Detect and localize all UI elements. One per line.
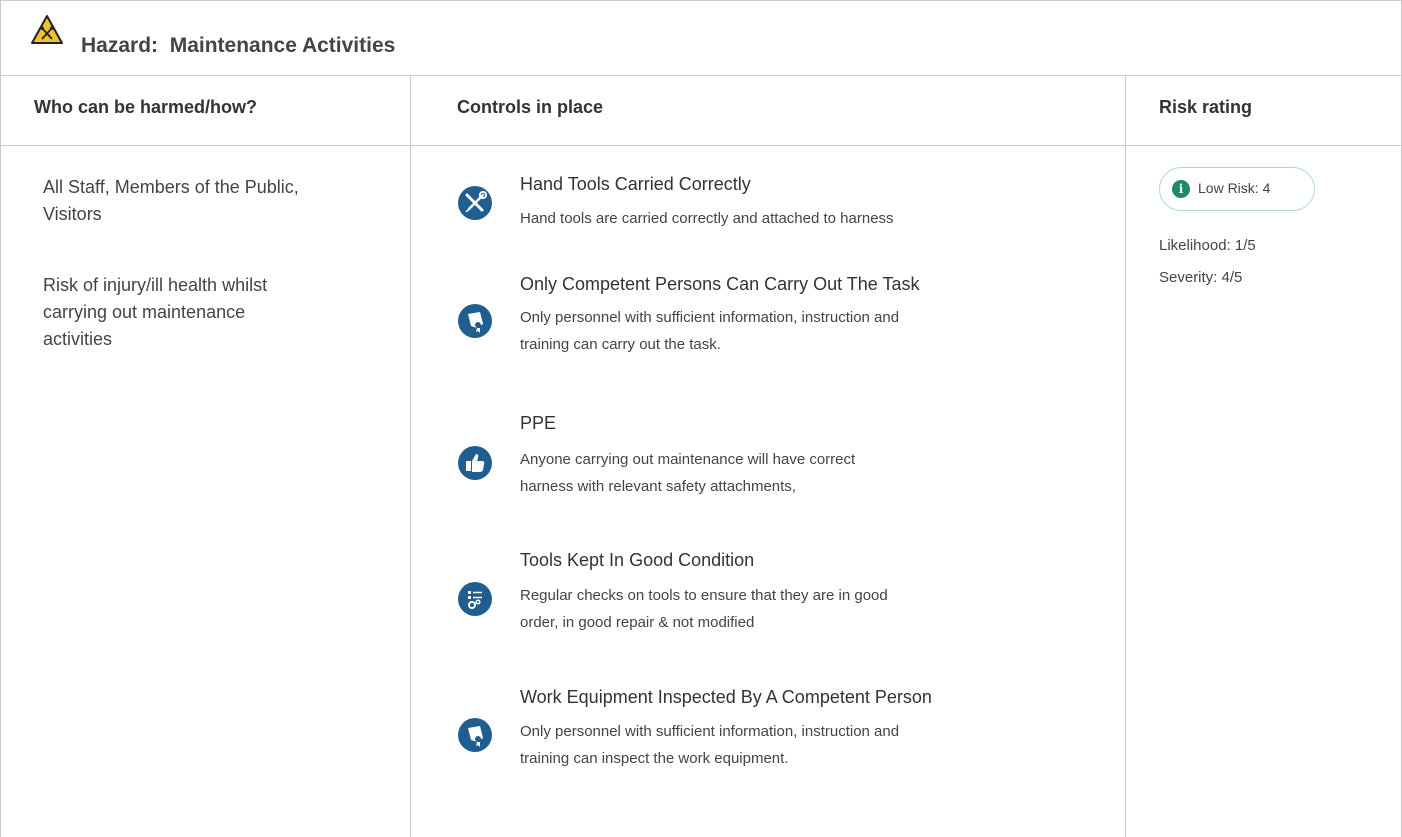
column-divider xyxy=(1125,76,1126,837)
harm-how-line: Risk of injury/ill health whilst xyxy=(43,275,268,295)
control-title: Only Competent Persons Can Carry Out The… xyxy=(520,274,920,294)
harm-how-line: carrying out maintenance xyxy=(43,302,246,322)
control-description-line: Only personnel with sufficient informati… xyxy=(520,723,900,740)
warning-triangle-icon xyxy=(31,15,63,44)
control-description-line: Hand tools are carried correctly and att… xyxy=(520,210,894,227)
control-description: Regular checks on tools to ensure that t… xyxy=(520,582,1080,636)
hazard-prefix: Hazard: xyxy=(81,34,159,57)
control-title: PPE xyxy=(520,413,557,433)
harm-how: Risk of injury/ill health whilst carryin… xyxy=(43,272,373,353)
control-title: Tools Kept In Good Condition xyxy=(520,550,755,570)
hazard-title: Hazard: Maintenance Activities xyxy=(81,34,395,58)
control-title: Hand Tools Carried Correctly xyxy=(520,174,751,194)
certificate-icon xyxy=(458,718,492,752)
harm-how-line: activities xyxy=(43,329,113,349)
harm-who-line: All Staff, Members of the Public, xyxy=(43,177,299,197)
control-description: Anyone carrying out maintenance will hav… xyxy=(520,446,1080,500)
control-title: Work Equipment Inspected By A Competent … xyxy=(520,687,932,707)
control-description-line: order, in good repair & not modified xyxy=(520,614,755,631)
risk-badge-label: Low Risk: 4 xyxy=(1198,180,1271,196)
column-header-row: Who can be harmed/how? Controls in place… xyxy=(1,76,1401,146)
control-description: Only personnel with sufficient informati… xyxy=(520,718,1080,772)
control-description-line: training can inspect the work equipment. xyxy=(520,750,789,767)
certificate-icon xyxy=(458,304,492,338)
risk-badge: i Low Risk: 4 xyxy=(1159,167,1315,211)
tools-icon xyxy=(458,186,492,220)
control-description-line: training can carry out the task. xyxy=(520,336,721,353)
hazard-header: Hazard: Maintenance Activities xyxy=(1,1,1401,76)
harm-who: All Staff, Members of the Public, Visito… xyxy=(43,174,373,228)
control-description: Only personnel with sufficient informati… xyxy=(520,304,1080,358)
hazard-name: Maintenance Activities xyxy=(169,34,396,57)
column-header-who: Who can be harmed/how? xyxy=(34,97,258,117)
thumbs-up-icon xyxy=(458,446,492,480)
column-divider xyxy=(410,76,411,837)
column-header-controls: Controls in place xyxy=(457,97,604,117)
risk-assessment-card: Hazard: Maintenance Activities Who can b… xyxy=(0,0,1402,837)
control-description-line: Regular checks on tools to ensure that t… xyxy=(520,587,888,604)
column-header-risk: Risk rating xyxy=(1159,97,1253,117)
checklist-gear-icon xyxy=(458,582,492,616)
control-description-line: harness with relevant safety attachments… xyxy=(520,478,796,495)
risk-likelihood: Likelihood: 1/5 xyxy=(1159,237,1256,254)
info-icon: i xyxy=(1172,180,1190,198)
risk-severity: Severity: 4/5 xyxy=(1159,269,1243,286)
harm-who-line: Visitors xyxy=(43,204,102,224)
control-description-line: Only personnel with sufficient informati… xyxy=(520,309,900,326)
control-description-line: Anyone carrying out maintenance will hav… xyxy=(520,451,856,468)
control-description: Hand tools are carried correctly and att… xyxy=(520,205,1080,232)
